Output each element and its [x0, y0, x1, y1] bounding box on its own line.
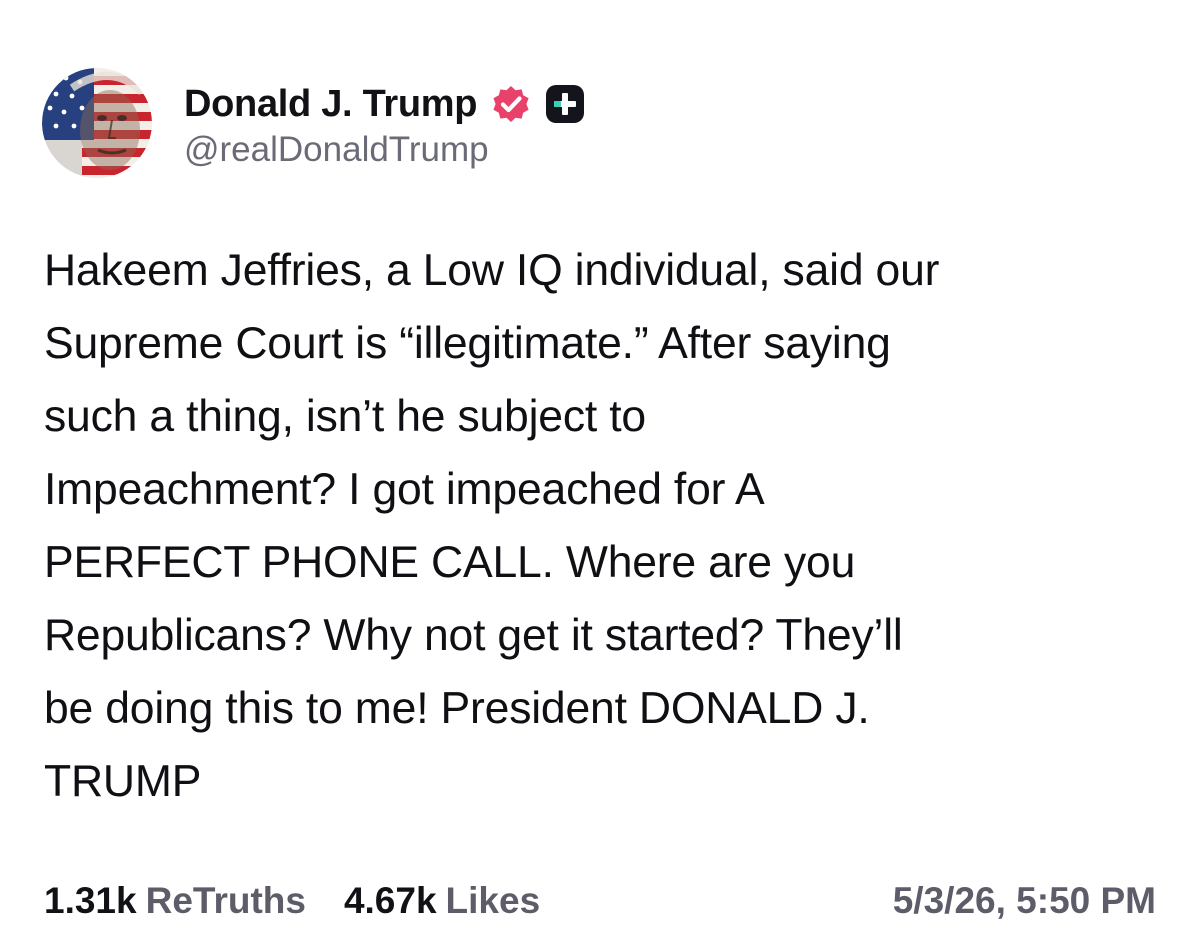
- retruths-count: 1.31k: [44, 880, 137, 921]
- likes-stat[interactable]: 4.67k Likes: [344, 880, 540, 922]
- post-header: Donald J. Trump @realDonaldTrump: [42, 68, 587, 178]
- post-text: Hakeem Jeffries, a Low IQ individual, sa…: [44, 246, 940, 806]
- avatar[interactable]: [42, 68, 152, 178]
- retruths-label: ReTruths: [145, 880, 306, 921]
- author-display-name[interactable]: Donald J. Trump: [184, 83, 478, 126]
- author-names: Donald J. Trump @realDonaldTrump: [184, 76, 587, 170]
- truth-post: Donald J. Trump @realDonaldTrump Hakeem …: [0, 0, 1200, 951]
- truth-plus-icon: [543, 82, 587, 126]
- post-timestamp[interactable]: 5/3/26, 5:50 PM: [893, 880, 1156, 922]
- verified-badge-icon: [489, 82, 533, 126]
- likes-count: 4.67k: [343, 880, 437, 921]
- author-handle[interactable]: @realDonaldTrump: [184, 130, 587, 170]
- post-footer: 1.31k ReTruths 4.67k Likes 5/3/26, 5:50 …: [44, 876, 1156, 926]
- likes-label: Likes: [445, 880, 541, 921]
- name-row: Donald J. Trump: [184, 76, 587, 132]
- retruths-stat[interactable]: 1.31k ReTruths: [44, 880, 306, 922]
- avatar-image: [42, 68, 152, 178]
